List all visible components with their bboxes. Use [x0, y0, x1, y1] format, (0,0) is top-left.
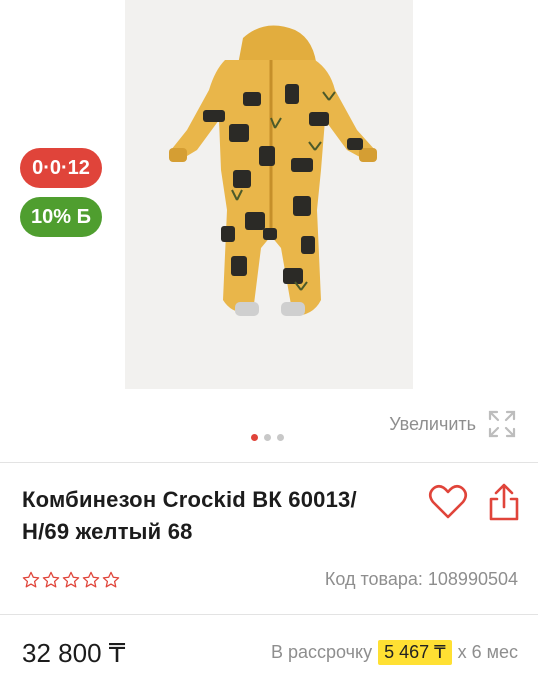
star-outline-icon	[42, 571, 60, 588]
installment-amount: 5 467 ₸	[378, 640, 452, 665]
star-outline-icon	[102, 571, 120, 588]
jumpsuit-illustration	[169, 25, 377, 316]
product-price: 32 800 ₸	[22, 638, 126, 668]
pagination-dot[interactable]	[264, 434, 271, 441]
star-outline-icon	[82, 571, 100, 588]
gallery-pagination	[251, 434, 284, 441]
divider	[0, 614, 538, 615]
installment-offer[interactable]: В рассрочку 5 467 ₸ x 6 мес	[271, 640, 518, 665]
divider	[0, 462, 538, 463]
star-outline-icon	[22, 571, 40, 588]
product-photo[interactable]	[125, 0, 413, 389]
expand-icon	[488, 410, 516, 438]
rating-stars[interactable]	[22, 571, 120, 589]
product-title: Комбинезон Crockid ВК 60013/Н/69 желтый …	[22, 487, 357, 544]
share-icon[interactable]	[487, 482, 521, 522]
cashback-badge: 10% Б	[20, 197, 102, 237]
heart-icon[interactable]	[428, 484, 468, 520]
installment-term: x 6 мес	[457, 642, 518, 662]
zoom-label: Увеличить	[389, 413, 476, 434]
zoom-button[interactable]: Увеличить	[389, 408, 518, 440]
pagination-dot[interactable]	[251, 434, 258, 441]
product-sku: Код товара: 108990504	[324, 569, 518, 589]
star-outline-icon	[62, 571, 80, 588]
product-gallery[interactable]: 0·0·12 10% Б Увеличить	[0, 0, 538, 462]
pagination-dot[interactable]	[277, 434, 284, 441]
installment-prefix: В рассрочку	[270, 642, 373, 662]
installment-badge: 0·0·12	[20, 148, 102, 188]
